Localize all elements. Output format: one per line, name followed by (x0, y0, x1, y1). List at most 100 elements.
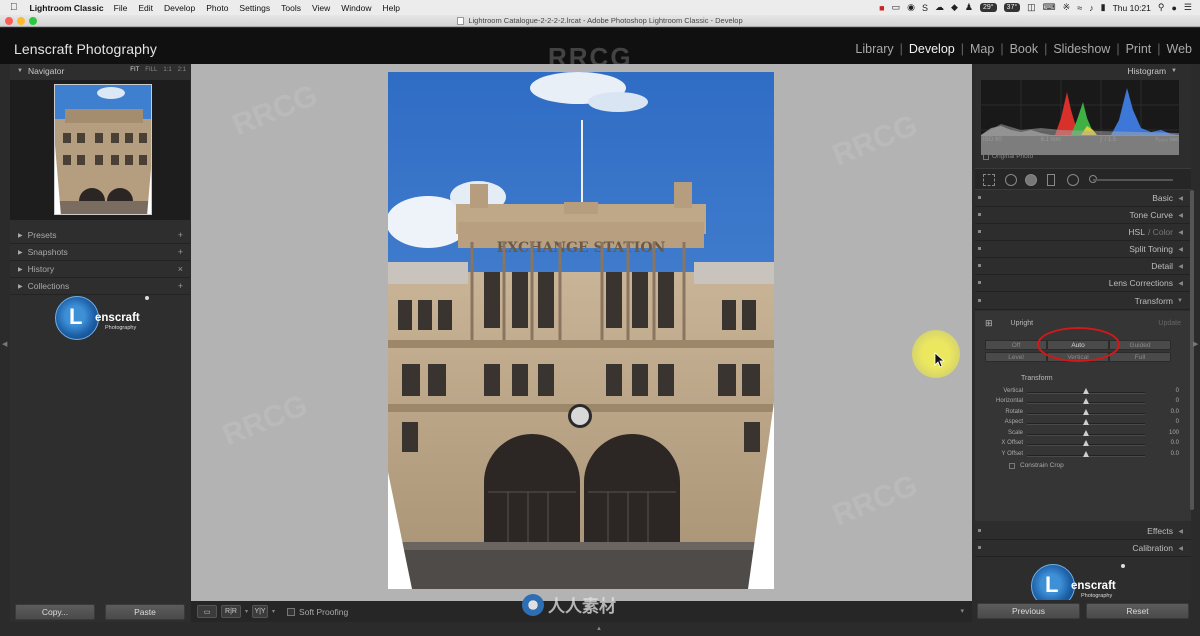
module-web[interactable]: Web (1165, 42, 1194, 56)
spotlight-icon[interactable]: ⚲ (1158, 2, 1165, 13)
bag-icon[interactable]: ◫ (1027, 2, 1036, 13)
left-panel-toggle-icon[interactable]: ◀ (2, 340, 7, 348)
graduated-filter-icon[interactable] (1047, 174, 1055, 186)
menu-tools[interactable]: Tools (281, 3, 301, 13)
update-button[interactable]: Update (1158, 320, 1181, 327)
soft-proofing-checkbox[interactable] (287, 607, 296, 616)
before-after-button[interactable]: R|R (221, 605, 241, 618)
previous-button[interactable]: Previous (977, 603, 1080, 619)
module-print[interactable]: Print (1124, 42, 1154, 56)
slider-thumb[interactable] (1083, 440, 1089, 446)
zoom-fit[interactable]: FIT (130, 67, 139, 73)
module-map[interactable]: Map (968, 42, 996, 56)
upright-level-button[interactable]: Level (985, 352, 1047, 362)
slider-value[interactable]: 0 (1155, 419, 1179, 425)
screen-icon[interactable]: ▭ (892, 2, 901, 13)
zoom-2-1[interactable]: 2:1 (178, 67, 186, 73)
slider-value[interactable]: 0 (1155, 388, 1179, 394)
hsl-section[interactable]: HSL / Color ◀ (975, 224, 1191, 241)
rotate-slider[interactable]: Rotate 0.0 (981, 408, 1179, 418)
app-icon[interactable]: ◉ (907, 2, 915, 13)
clear-history-icon[interactable]: × (178, 264, 183, 274)
collections-panel[interactable]: ▶ Collections + (10, 278, 190, 295)
right-panel-toggle-icon[interactable]: ▶ (1193, 340, 1198, 348)
toolbar-menu-icon[interactable]: ▾ (960, 607, 964, 615)
transform-crop-icon[interactable]: ⊞ (985, 318, 993, 329)
slider-value[interactable]: 100 (1155, 430, 1179, 436)
expand-triangle-icon[interactable]: ◀ (1178, 212, 1183, 219)
original-photo-checkbox[interactable] (983, 153, 989, 160)
aspect-slider[interactable]: Aspect 0 (981, 418, 1179, 428)
right-panel-scrollbar[interactable] (1190, 190, 1194, 510)
lens-corrections-section[interactable]: Lens Corrections ◀ (975, 275, 1191, 292)
expand-triangle-icon[interactable]: ◀ (1178, 528, 1183, 535)
crop-overlay-icon[interactable] (983, 174, 995, 186)
apple-icon[interactable]:  (10, 2, 18, 13)
color-label[interactable]: / Color (1148, 227, 1173, 237)
expand-triangle-icon[interactable]: ◀ (1178, 280, 1183, 287)
histogram-header[interactable]: Histogram ▼ (975, 64, 1191, 77)
battery-icon[interactable]: ▮ (1101, 2, 1106, 13)
skype-icon[interactable]: S (922, 3, 928, 13)
collapse-triangle-icon[interactable]: ▼ (17, 68, 23, 74)
clock[interactable]: Thu 10:21 (1113, 3, 1151, 13)
red-eye-icon[interactable] (1025, 174, 1037, 186)
calibration-section[interactable]: Calibration ◀ (975, 540, 1191, 557)
dropbox-icon[interactable]: ◆ (951, 2, 958, 13)
menu-view[interactable]: View (312, 3, 330, 13)
expand-triangle-icon[interactable]: ◀ (1178, 246, 1183, 253)
navigator-header[interactable]: ▼ Navigator FIT FILL 1:1 2:1 (10, 64, 190, 78)
expand-triangle-icon[interactable]: ◀ (1178, 263, 1183, 270)
expand-triangle-icon[interactable]: ▶ (18, 283, 23, 290)
dropdown-icon[interactable]: ▾ (272, 608, 275, 615)
expand-triangle-icon[interactable]: ▶ (18, 232, 23, 239)
menu-edit[interactable]: Edit (138, 3, 153, 13)
split-toning-section[interactable]: Split Toning ◀ (975, 241, 1191, 258)
add-snapshot-icon[interactable]: + (178, 247, 183, 257)
hsl-label[interactable]: HSL (1128, 227, 1145, 237)
slider-value[interactable]: 0.0 (1155, 440, 1179, 446)
menu-develop[interactable]: Develop (164, 3, 195, 13)
tone-curve-section[interactable]: Tone Curve ◀ (975, 207, 1191, 224)
notification-icon[interactable]: ☰ (1184, 2, 1192, 13)
detail-section[interactable]: Detail ◀ (975, 258, 1191, 275)
paste-settings-button[interactable]: Paste (105, 604, 185, 620)
slider-thumb[interactable] (1083, 419, 1089, 425)
original-photo-toggle[interactable]: Original Photo (983, 153, 1033, 160)
navigator-thumbnail[interactable] (54, 84, 152, 215)
slider-thumb[interactable] (1083, 451, 1089, 457)
wifi-icon[interactable]: ≈ (1077, 3, 1082, 13)
expand-triangle-icon[interactable]: ▶ (18, 249, 23, 256)
filmstrip-toggle-icon[interactable]: ▲ (596, 626, 602, 632)
menu-window[interactable]: Window (341, 3, 371, 13)
volume-icon[interactable]: ♪ (1089, 3, 1094, 13)
add-collection-icon[interactable]: + (178, 281, 183, 291)
minimize-window-icon[interactable] (17, 17, 25, 25)
scale-slider[interactable]: Scale 100 (981, 429, 1179, 439)
bluetooth-icon[interactable]: ※ (1063, 2, 1071, 13)
menu-help[interactable]: Help (383, 3, 400, 13)
collapse-triangle-icon[interactable]: ▼ (1177, 298, 1183, 304)
menu-file[interactable]: File (114, 3, 128, 13)
photo-preview[interactable]: EXCHANGE STATION (388, 72, 774, 589)
cloud-icon[interactable]: ☁ (935, 2, 944, 13)
add-preset-icon[interactable]: + (178, 230, 183, 240)
constrain-crop-toggle[interactable]: Constrain Crop (1009, 462, 1064, 469)
slider-thumb[interactable] (1083, 388, 1089, 394)
slider-thumb[interactable] (1083, 430, 1089, 436)
keyboard-icon[interactable]: ⌨ (1043, 2, 1056, 13)
app-menu[interactable]: Lightroom Classic (30, 3, 104, 13)
loupe-view-button[interactable]: ▭ (197, 605, 217, 618)
siri-icon[interactable]: ● (1171, 3, 1176, 13)
slider-thumb[interactable] (1083, 409, 1089, 415)
upright-full-button[interactable]: Full (1109, 352, 1171, 362)
swap-before-after-button[interactable]: Y|Y (252, 605, 269, 618)
history-panel[interactable]: ▶ History × (10, 261, 190, 278)
close-window-icon[interactable] (5, 17, 13, 25)
slider-thumb[interactable] (1083, 398, 1089, 404)
people-icon[interactable]: ♟ (965, 2, 973, 13)
module-book[interactable]: Book (1008, 42, 1041, 56)
menu-photo[interactable]: Photo (206, 3, 228, 13)
slider-value[interactable]: 0.0 (1155, 409, 1179, 415)
x-offset-slider[interactable]: X Offset 0.0 (981, 439, 1179, 449)
